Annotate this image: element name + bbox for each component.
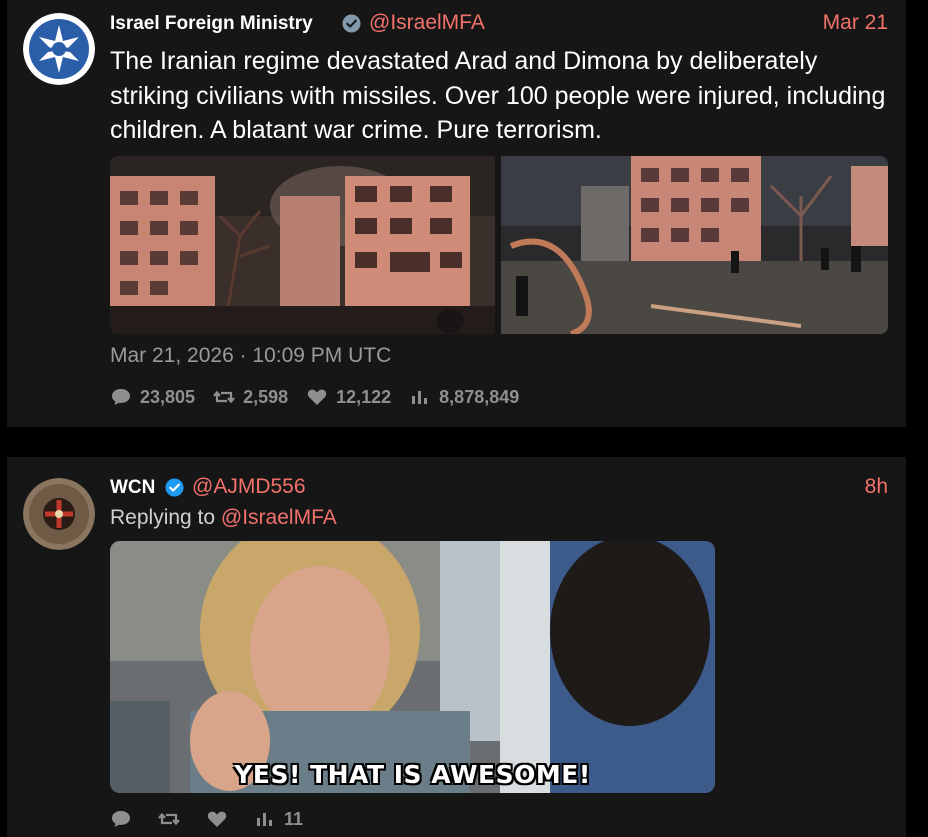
verified-badge-icon [165,478,184,497]
replying-to-mention[interactable]: @IsraelMFA [221,506,337,529]
reply-button[interactable] [110,809,140,829]
tweet-stats: 11 [110,807,321,831]
verified-badge-icon [342,14,361,33]
replying-to: Replying to @IsraelMFA [110,506,337,530]
author-name[interactable]: Israel Foreign Ministry [110,13,313,35]
avatar[interactable] [23,478,95,550]
replying-to-label: Replying to [110,506,216,529]
retweet-button[interactable]: 2,598 [213,387,288,408]
views-button[interactable]: 11 [254,809,303,830]
author-handle[interactable]: @IsraelMFA [369,11,485,35]
tweet-date[interactable]: Mar 21 [823,11,888,35]
reply-icon [112,389,130,405]
reply-button[interactable]: 23,805 [110,387,195,408]
reply-tweet-card[interactable]: WCN @AJMD556 8h Replying to @IsraelMFA Y… [7,457,906,837]
views-icon [412,391,428,404]
tweet-timestamp[interactable]: Mar 21, 2026 · 10:09 PM UTC [110,344,391,368]
tweet-image-damaged-building[interactable] [110,156,495,334]
retweet-icon [213,390,235,404]
like-button[interactable]: 12,122 [306,387,391,408]
views-count: 8,878,849 [439,386,520,407]
like-icon [207,811,227,827]
reply-icon [112,811,130,827]
gif-caption: YES! THAT IS AWESOME! [234,760,591,789]
author-handle[interactable]: @AJMD556 [192,475,306,499]
tweet-header: Israel Foreign Ministry @IsraelMFA Mar 2… [110,11,888,37]
views-icon [257,813,272,826]
like-button[interactable] [206,809,236,829]
views-button[interactable]: 8,878,849 [409,387,519,408]
avatar[interactable] [23,13,95,85]
like-icon [307,389,327,405]
tweet-image-damaged-building-crowd[interactable] [501,156,888,334]
retweet-button[interactable] [158,809,188,829]
tweet-stats: 23,805 2,598 12,122 8,878,849 [110,385,537,409]
like-count: 12,122 [336,386,392,407]
reply-count: 23,805 [140,386,196,407]
retweet-count: 2,598 [243,386,289,407]
tweet-card[interactable]: Israel Foreign Ministry @IsraelMFA Mar 2… [7,0,906,427]
tweet-text: The Iranian regime devastated Arad and D… [110,47,886,144]
tweet-header: WCN @AJMD556 8h [110,475,888,501]
tweet-gif[interactable]: YES! THAT IS AWESOME! [110,541,715,793]
author-name[interactable]: WCN [110,477,155,499]
tweet-date[interactable]: 8h [865,475,888,499]
views-count: 11 [284,808,304,829]
retweet-icon [158,812,180,826]
